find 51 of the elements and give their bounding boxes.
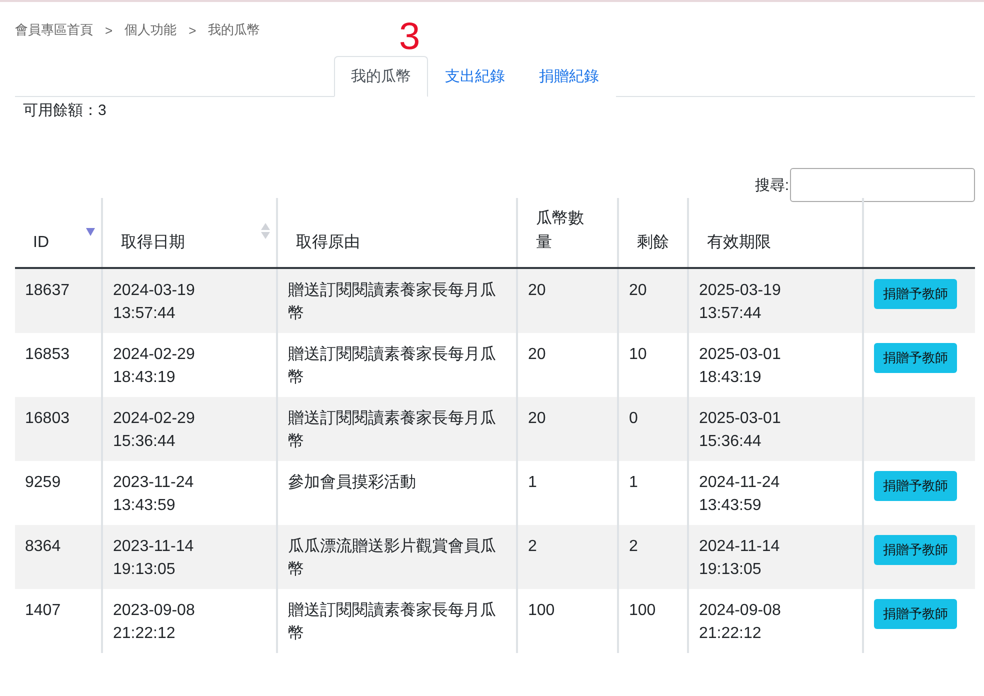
table-cell: 2025-03-01 18:43:19 [688,333,863,397]
table-cell: 1 [517,461,618,525]
table-cell: 0 [618,397,688,461]
table-cell: 10 [618,333,688,397]
table-cell: 2024-11-14 19:13:05 [688,525,863,589]
table-cell: 100 [618,589,688,653]
table-cell: 2024-11-24 13:43:59 [688,461,863,525]
table-cell: 2024-02-29 18:43:19 [102,333,277,397]
table-cell: 瓜瓜漂流贈送影片觀賞會員瓜幣 [277,525,517,589]
breadcrumb-separator: > [105,22,113,38]
donate-button[interactable]: 捐贈予教師 [874,343,957,373]
table-cell: 2 [618,525,688,589]
balance-text: 可用餘額：3 [23,101,108,120]
breadcrumb-link[interactable]: 我的瓜幣 [208,21,260,39]
table-cell: 16853 [15,333,102,397]
table-cell: 100 [517,589,618,653]
donate-button[interactable]: 捐贈予教師 [874,279,957,309]
table-cell: 2023-11-14 19:13:05 [102,525,277,589]
table-cell: 2024-09-08 21:22:12 [688,589,863,653]
annotation-number: 3 [399,18,420,56]
table-cell: 參加會員摸彩活動 [277,461,517,525]
search-field[interactable] [790,168,975,202]
breadcrumb-link[interactable]: 個人功能 [124,21,177,39]
table-cell: 2024-02-29 15:36:44 [102,397,277,461]
donate-button[interactable]: 捐贈予教師 [874,535,957,565]
search-label: 搜尋: [754,176,789,194]
table-cell: 2023-09-08 21:22:12 [102,589,277,653]
table-cell: 2025-03-01 15:36:44 [688,397,863,461]
table-cell: 9259 [15,461,102,525]
table-cell: 20 [517,397,618,461]
table-cell: 贈送訂閱閱讀素養家長每月瓜幣 [277,589,517,653]
table-cell: 20 [517,268,618,333]
table-cell: 2025-03-19 13:57:44 [688,268,863,333]
table-cell: 2 [517,525,618,589]
table-cell: 贈送訂閱閱讀素養家長每月瓜幣 [277,397,517,461]
table-cell: 1 [618,461,688,525]
tab[interactable]: 我的瓜幣 [334,56,428,97]
table-cell: 20 [618,268,688,333]
donate-button[interactable]: 捐贈予教師 [874,599,957,629]
table-cell: 2023-11-24 13:43:59 [102,461,277,525]
table-cell: 2024-03-19 13:57:44 [102,268,277,333]
table-cell: 20 [517,333,618,397]
donate-button[interactable]: 捐贈予教師 [874,471,957,501]
table-cell: 1407 [15,589,102,653]
table-cell: 18637 [15,268,102,333]
table-cell: 16803 [15,397,102,461]
table-cell: 贈送訂閱閱讀素養家長每月瓜幣 [277,333,517,397]
breadcrumb-separator: > [188,22,196,38]
table-cell: 贈送訂閱閱讀素養家長每月瓜幣 [277,268,517,333]
table-cell: 8364 [15,525,102,589]
breadcrumb-link[interactable]: 會員專區首頁 [15,21,93,39]
